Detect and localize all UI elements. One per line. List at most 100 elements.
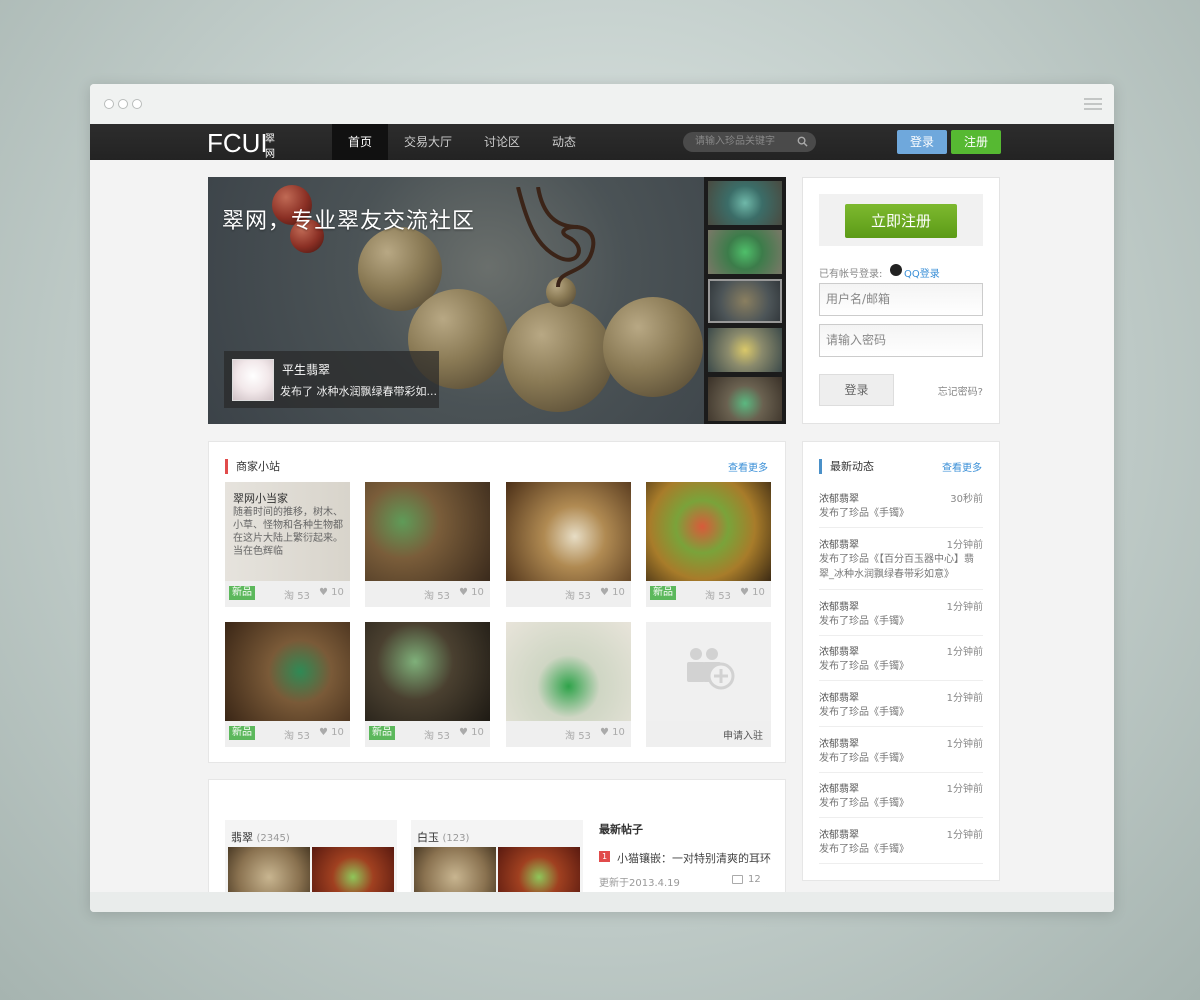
shop-footer: 新品 淘 53 ♥ 10	[365, 721, 490, 747]
shop-card[interactable]: 淘 53 ♥ 10	[365, 482, 490, 607]
category-image[interactable]	[414, 847, 496, 892]
feed-action[interactable]: 发布了珍品《手镯》	[819, 705, 983, 720]
feed-item[interactable]: 浓郁翡翠 1分钟前 发布了珍品《手镯》	[819, 735, 983, 773]
feed-action[interactable]: 发布了珍品《手镯》	[819, 842, 983, 857]
hero-thumbnail[interactable]	[708, 181, 782, 225]
hero-title: 翠网，专业翠友交流社区	[222, 209, 476, 234]
category-card[interactable]: 白玉 (123)	[411, 820, 583, 892]
forgot-password-link[interactable]: 忘记密码?	[938, 383, 983, 398]
password-field[interactable]: 请输入密码	[819, 324, 983, 357]
feed-item[interactable]: 浓郁翡翠 30秒前 发布了珍品《手镯》	[819, 490, 983, 528]
shops-more-link[interactable]: 查看更多	[728, 459, 768, 474]
hero-thumbnail[interactable]	[708, 328, 782, 372]
nav-item-activity[interactable]: 动态	[536, 124, 592, 160]
shop-card[interactable]: 新品 淘 53 ♥ 10	[646, 482, 771, 607]
feed-action[interactable]: 发布了珍品《手镯》	[819, 751, 983, 766]
feed-user[interactable]: 浓郁翡翠	[819, 643, 859, 658]
register-button[interactable]: 注册	[951, 130, 1001, 154]
feed-action[interactable]: 发布了珍品《【百分百玉器中心】翡翠_冰种水润飘绿春带彩如意》	[819, 552, 983, 582]
shop-intro-card[interactable]: 翠网小当家 随着时间的推移，树木、小草、怪物和各种生物都在这片大陆上繁衍起来。当…	[225, 482, 350, 607]
hero-thumbnail[interactable]	[708, 279, 782, 323]
window-dot[interactable]	[104, 99, 114, 109]
nav-item-home[interactable]: 首页	[332, 124, 389, 160]
feed-item[interactable]: 浓郁翡翠 1分钟前 发布了珍品《手镯》	[819, 689, 983, 727]
category-image[interactable]	[498, 847, 580, 892]
shop-like-count[interactable]: ♥ 10	[459, 727, 484, 738]
shop-footer: 淘 53 ♥ 10	[365, 581, 490, 607]
feed-action[interactable]: 发布了珍品《手镯》	[819, 506, 983, 521]
hero-card-name[interactable]: 平生翡翠	[282, 361, 330, 378]
window-controls	[104, 99, 142, 109]
feed-time: 1分钟前	[946, 739, 983, 750]
shop-like-count[interactable]: ♥ 10	[600, 727, 625, 738]
feed-item[interactable]: 浓郁翡翠 1分钟前 发布了珍品《【百分百玉器中心】翡翠_冰种水润飘绿春带彩如意》	[819, 536, 983, 590]
avatar[interactable]	[232, 359, 274, 401]
feed-time: 1分钟前	[946, 784, 983, 795]
register-now-button[interactable]: 立即注册	[845, 204, 957, 238]
feed-item[interactable]: 浓郁翡翠 1分钟前 发布了珍品《手镯》	[819, 598, 983, 636]
nav-item-forum[interactable]: 讨论区	[468, 124, 536, 160]
feed-user[interactable]: 浓郁翡翠	[819, 826, 859, 841]
category-image[interactable]	[312, 847, 394, 892]
feed-action[interactable]: 发布了珍品《手镯》	[819, 614, 983, 629]
shop-footer: 申请入驻	[646, 721, 771, 747]
shop-image	[646, 622, 771, 721]
shop-like-count[interactable]: ♥ 10	[459, 587, 484, 598]
search-input[interactable]: 请输入珍品关键字	[695, 132, 795, 152]
post-title[interactable]: 小猫镶嵌：一对特别清爽的耳环	[617, 850, 771, 866]
feed-user[interactable]: 浓郁翡翠	[819, 780, 859, 795]
panel-login-button[interactable]: 登录	[819, 374, 894, 406]
hero-banner[interactable]: 翠网，专业翠友交流社区 平生翡翠 发布了 冰种水润飘绿春带彩如...	[208, 177, 786, 424]
feed-item[interactable]: 浓郁翡翠 1分钟前 发布了珍品《手镯》	[819, 780, 983, 818]
shop-card[interactable]: 新品 淘 53 ♥ 10	[225, 622, 350, 747]
comment-icon	[732, 875, 743, 884]
apply-label[interactable]: 申请入驻	[723, 727, 763, 742]
login-button[interactable]: 登录	[897, 130, 947, 154]
hero-feature-card[interactable]: 平生翡翠 发布了 冰种水润飘绿春带彩如...	[224, 351, 439, 408]
nav-item-trade[interactable]: 交易大厅	[388, 124, 468, 160]
shop-card[interactable]: 淘 53 ♥ 10	[506, 482, 631, 607]
shop-like-count[interactable]: ♥ 10	[319, 587, 344, 598]
feed-user[interactable]: 浓郁翡翠	[819, 689, 859, 704]
login-hint: 已有帐号登录:	[819, 269, 883, 280]
feed-action[interactable]: 发布了珍品《手镯》	[819, 796, 983, 811]
feed-user[interactable]: 浓郁翡翠	[819, 735, 859, 750]
shop-like-count[interactable]: ♥ 10	[319, 727, 344, 738]
feed-item[interactable]: 浓郁翡翠 1分钟前 发布了珍品《手镯》	[819, 643, 983, 681]
shop-intro-title: 翠网小当家	[233, 492, 288, 505]
shop-card[interactable]: 淘 53 ♥ 10	[506, 622, 631, 747]
shop-tao-count: 淘 53	[424, 731, 450, 742]
feed-user[interactable]: 浓郁翡翠	[819, 598, 859, 613]
search-box[interactable]: 请输入珍品关键字	[683, 132, 816, 152]
site-logo[interactable]: FCUI 翠网	[207, 128, 275, 160]
window-dot[interactable]	[118, 99, 128, 109]
shop-like-count[interactable]: ♥ 10	[740, 587, 765, 598]
qq-login-link[interactable]: QQ登录	[904, 265, 940, 280]
feed-more-link[interactable]: 查看更多	[942, 459, 982, 474]
hero-thumbnail[interactable]	[708, 377, 782, 421]
window-dot[interactable]	[132, 99, 142, 109]
feed-time: 1分钟前	[946, 602, 983, 613]
apply-shop-card[interactable]: 申请入驻	[646, 622, 771, 747]
browser-window: FCUI 翠网 首页 交易大厅 讨论区 动态 请输入珍品关键字 登录 注册 翠网…	[90, 84, 1114, 912]
latest-posts-title: 最新帖子	[599, 823, 643, 836]
feed-user[interactable]: 浓郁翡翠	[819, 490, 859, 505]
feed-item[interactable]: 浓郁翡翠 1分钟前 发布了珍品《手镯》	[819, 826, 983, 864]
logo-text: FCUI	[207, 128, 268, 158]
feed-title: 最新动态	[819, 459, 874, 474]
search-icon[interactable]	[797, 136, 808, 147]
shop-card[interactable]: 新品 淘 53 ♥ 10	[365, 622, 490, 747]
username-field[interactable]: 用户名/邮箱	[819, 283, 983, 316]
hero-thumbnail[interactable]	[708, 230, 782, 274]
qq-icon[interactable]	[890, 264, 902, 276]
shop-like-count[interactable]: ♥ 10	[600, 587, 625, 598]
category-card[interactable]: 翡翠 (2345)	[225, 820, 397, 892]
category-title[interactable]: 白玉 (123)	[417, 829, 469, 845]
category-title[interactable]: 翡翠 (2345)	[231, 829, 290, 845]
feed-user[interactable]: 浓郁翡翠	[819, 536, 859, 551]
feed-action[interactable]: 发布了珍品《手镯》	[819, 659, 983, 674]
hamburger-icon[interactable]	[1084, 98, 1102, 113]
window-chrome	[90, 84, 1114, 124]
knot-cord	[516, 187, 596, 288]
category-image[interactable]	[228, 847, 310, 892]
